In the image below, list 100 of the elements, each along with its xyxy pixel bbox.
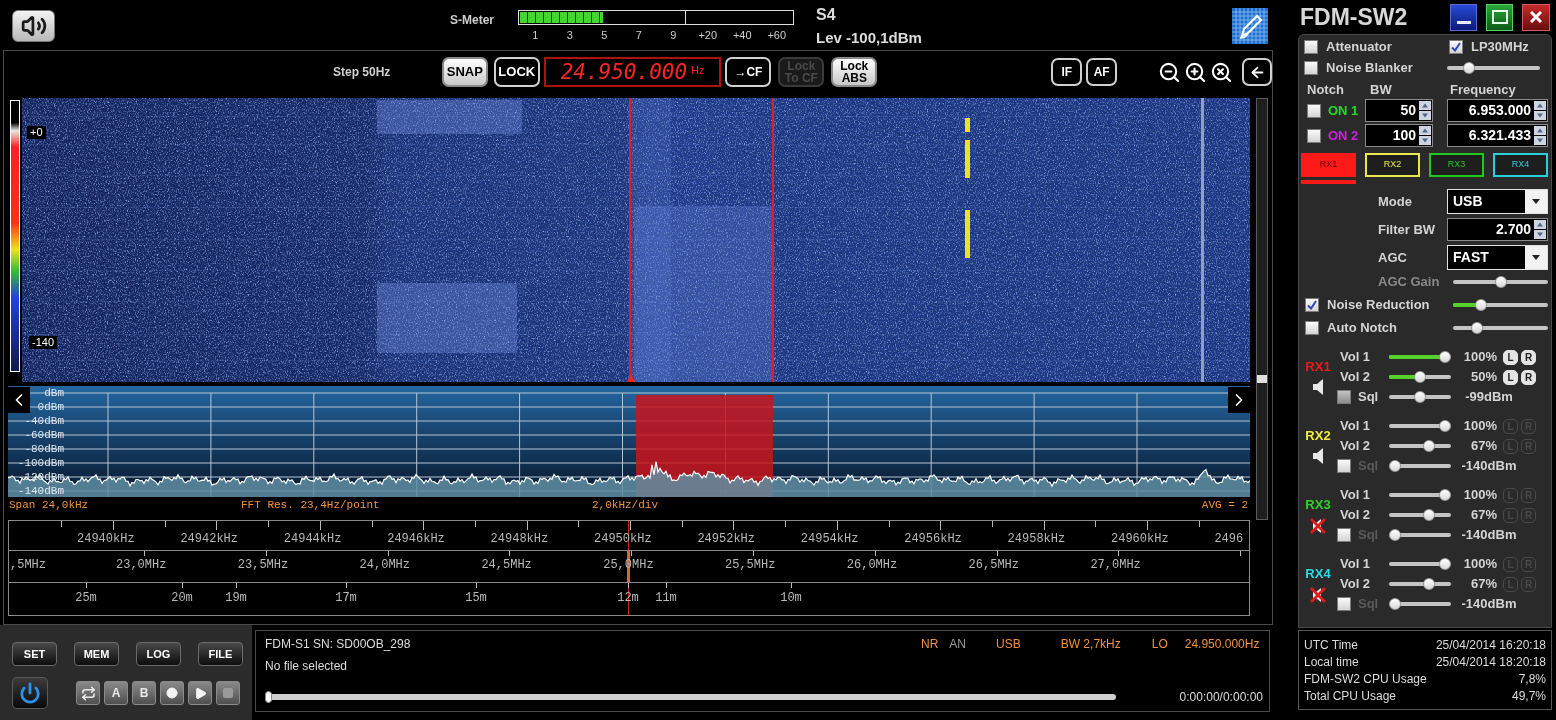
slider-thumb[interactable] <box>1439 351 1451 363</box>
close-button[interactable] <box>1522 3 1550 31</box>
toolbar-button[interactable]: LOCK <box>493 57 540 87</box>
spin-down-icon[interactable] <box>1534 111 1546 120</box>
spin-down-icon[interactable] <box>1419 111 1431 120</box>
zoom-out-icon[interactable] <box>1158 60 1182 84</box>
slider-thumb[interactable] <box>1422 509 1435 521</box>
slider-thumb[interactable] <box>1439 420 1451 432</box>
slider-thumb[interactable] <box>1471 322 1484 334</box>
transport-button[interactable]: B <box>132 681 156 705</box>
rx-tab[interactable]: RX3 <box>1429 153 1484 177</box>
slider[interactable] <box>1453 299 1548 311</box>
slider-thumb[interactable] <box>1439 489 1451 501</box>
pencil-icon[interactable] <box>1232 8 1268 44</box>
checkbox[interactable] <box>1337 528 1351 542</box>
panel-button[interactable]: SET <box>12 642 57 666</box>
slider[interactable] <box>1453 322 1548 334</box>
panel-button[interactable]: FILE <box>198 642 243 666</box>
transport-button[interactable] <box>76 681 100 705</box>
slider-thumb[interactable] <box>1414 371 1426 383</box>
scroll-left-button[interactable] <box>8 387 30 413</box>
slider-thumb[interactable] <box>1389 598 1401 610</box>
checkbox[interactable] <box>1307 128 1321 143</box>
slider-thumb[interactable] <box>1463 61 1476 74</box>
zoom-in-icon[interactable] <box>1184 60 1208 84</box>
spin-down-icon[interactable] <box>1419 136 1431 145</box>
volume-button[interactable] <box>12 10 55 42</box>
power-button[interactable] <box>12 677 48 709</box>
toolbar-button[interactable]: Lock ABS <box>831 57 878 87</box>
slider-thumb[interactable] <box>1389 529 1401 541</box>
setting-field[interactable]: 2.700 <box>1447 218 1548 241</box>
magnifier-x-icon[interactable] <box>1210 60 1234 84</box>
slider[interactable] <box>1389 460 1451 472</box>
toolbar-button[interactable]: IF <box>1051 58 1083 86</box>
scrollbar[interactable] <box>1256 98 1268 520</box>
spin-up-icon[interactable] <box>1534 101 1546 110</box>
checkbox[interactable] <box>1449 40 1463 54</box>
slider[interactable] <box>1389 509 1451 521</box>
maximize-button[interactable] <box>1486 3 1513 31</box>
channel-button[interactable]: R <box>1521 349 1536 365</box>
slider-thumb[interactable] <box>1439 558 1451 570</box>
slider[interactable] <box>1389 440 1451 452</box>
bw-field[interactable]: 100 <box>1365 124 1433 147</box>
checkbox[interactable] <box>1307 103 1321 118</box>
frequency-field[interactable]: 6.953.000 <box>1447 99 1548 122</box>
channel-button[interactable]: L <box>1503 349 1518 365</box>
spin-up-icon[interactable] <box>1419 126 1431 135</box>
slider[interactable] <box>1389 489 1451 501</box>
setting-dropdown[interactable]: USB <box>1447 189 1548 214</box>
toolbar-button[interactable]: SNAP <box>441 57 488 87</box>
minimize-button[interactable] <box>1450 3 1477 31</box>
slider[interactable] <box>1389 578 1451 590</box>
slider[interactable] <box>1453 275 1548 288</box>
transport-button[interactable]: A <box>104 681 128 705</box>
transport-button[interactable] <box>160 681 184 705</box>
panel-button[interactable]: LOG <box>136 642 181 666</box>
rx-tab[interactable]: RX2 <box>1365 153 1420 177</box>
spin-down-icon[interactable] <box>1534 136 1546 145</box>
slider-thumb[interactable] <box>265 691 272 703</box>
checkbox[interactable] <box>1304 40 1318 54</box>
checkbox[interactable] <box>1305 321 1319 335</box>
setting-dropdown[interactable]: FAST <box>1447 245 1548 270</box>
slider-thumb[interactable] <box>1475 299 1488 311</box>
speaker-icon[interactable] <box>1313 379 1323 395</box>
scroll-right-button[interactable] <box>1228 387 1250 413</box>
frequency-field[interactable]: 6.321.433 <box>1447 124 1548 147</box>
channel-button[interactable]: R <box>1521 369 1536 385</box>
channel-button[interactable]: L <box>1503 369 1518 385</box>
scrollbar-thumb[interactable] <box>1257 375 1267 383</box>
slider[interactable] <box>1389 598 1451 610</box>
muted-speaker-icon[interactable] <box>1310 586 1326 604</box>
transport-button[interactable] <box>188 681 212 705</box>
checkbox[interactable] <box>1305 298 1319 312</box>
slider[interactable] <box>1389 529 1451 541</box>
toolbar-button[interactable]: AF <box>1086 58 1118 86</box>
slider-thumb[interactable] <box>1389 460 1401 472</box>
speaker-icon[interactable] <box>1313 448 1323 464</box>
muted-speaker-icon[interactable] <box>1310 517 1326 535</box>
spin-up-icon[interactable] <box>1419 101 1431 110</box>
checkbox[interactable] <box>1337 597 1351 611</box>
checkbox[interactable] <box>1337 390 1351 404</box>
spin-down-icon[interactable] <box>1534 230 1546 239</box>
panel-button[interactable]: MEM <box>74 642 119 666</box>
slider-thumb[interactable] <box>1422 440 1435 452</box>
playback-slider[interactable] <box>265 691 1116 703</box>
rx-tab[interactable]: RX4 <box>1493 153 1548 177</box>
bw-field[interactable]: 50 <box>1365 99 1433 122</box>
checkbox[interactable] <box>1304 60 1318 75</box>
slider[interactable] <box>1389 391 1451 403</box>
spin-up-icon[interactable] <box>1534 126 1546 135</box>
slider[interactable] <box>1389 371 1451 383</box>
slider[interactable] <box>1447 61 1540 74</box>
spin-up-icon[interactable] <box>1534 220 1546 229</box>
checkbox[interactable] <box>1337 459 1351 473</box>
toolbar-button[interactable]: →CF <box>725 57 772 87</box>
slider-thumb[interactable] <box>1422 578 1435 590</box>
slider-thumb[interactable] <box>1414 391 1426 403</box>
back-button[interactable] <box>1242 58 1273 86</box>
slider[interactable] <box>1389 351 1451 363</box>
slider[interactable] <box>1389 558 1451 570</box>
